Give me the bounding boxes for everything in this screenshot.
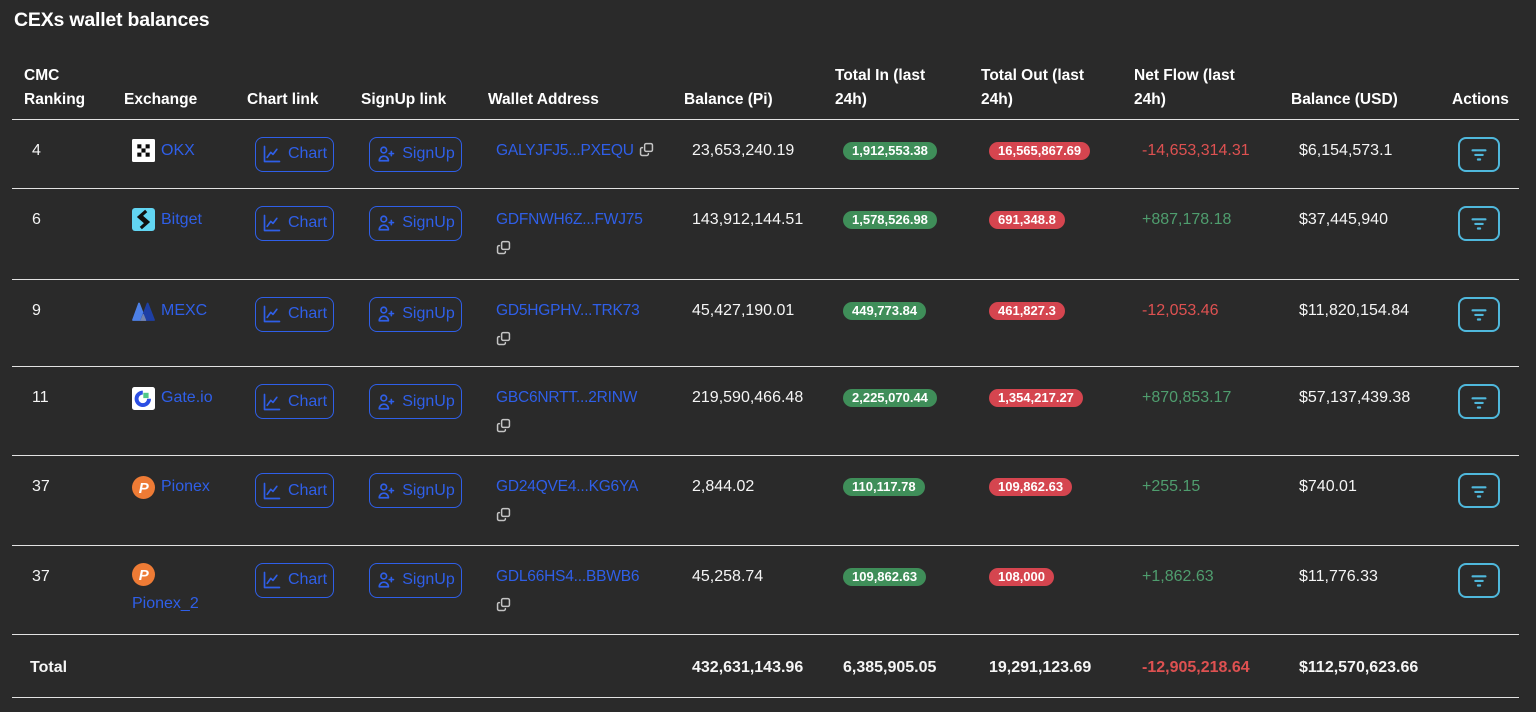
svg-text:P: P [139,567,150,584]
svg-text:P: P [139,480,150,497]
